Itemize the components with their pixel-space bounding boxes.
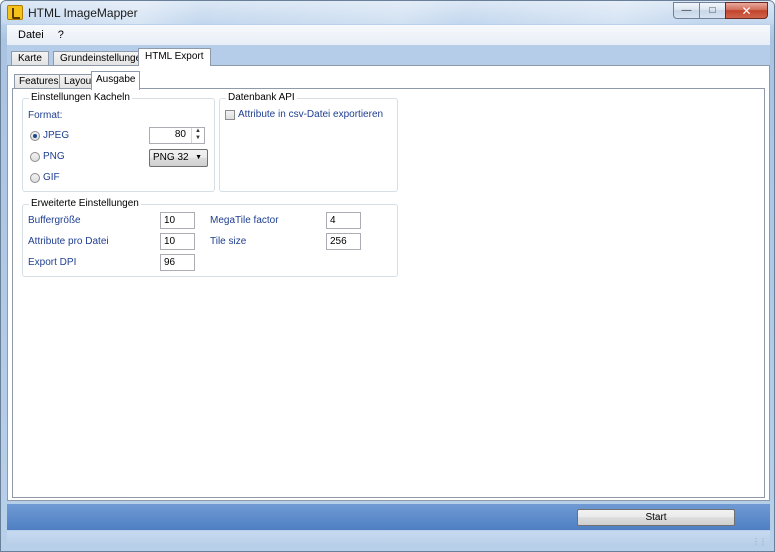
png-radio[interactable]	[30, 152, 40, 162]
advanced-settings-group: Erweiterte Einstellungen Buffergröße 10 …	[22, 198, 398, 277]
tab-karte[interactable]: Karte	[11, 51, 49, 66]
jpeg-quality-value: 80	[174, 129, 186, 140]
tile-size-label: Tile size	[210, 236, 247, 247]
buffer-size-label: Buffergröße	[28, 215, 81, 226]
tiles-settings-legend: Einstellungen Kacheln	[29, 92, 132, 103]
jpeg-quality-stepper[interactable]: 80 ▲ ▼	[149, 127, 205, 144]
main-tab-strip: Karte Grundeinstellungen HTML Export	[7, 45, 770, 66]
jpeg-radio[interactable]	[30, 131, 40, 141]
status-bar: ⋮⋮	[7, 531, 770, 547]
jpeg-label[interactable]: JPEG	[43, 130, 69, 141]
tab-ausgabe[interactable]: Ausgabe	[91, 71, 141, 90]
gif-radio[interactable]	[30, 173, 40, 183]
csv-export-checkbox[interactable]	[225, 110, 235, 120]
hand-pointer-icon	[7, 5, 23, 20]
html-export-panel: Features Layout Ausgabe Einstellungen Ka…	[7, 65, 770, 501]
stepper-arrows-icon[interactable]: ▲ ▼	[191, 128, 204, 143]
menu-help[interactable]: ?	[51, 29, 71, 41]
window-title: HTML ImageMapper	[28, 6, 138, 20]
gif-label[interactable]: GIF	[43, 172, 60, 183]
title-bar[interactable]: HTML ImageMapper — □ ✕	[1, 1, 774, 24]
sub-tab-strip: Features Layout Ausgabe	[12, 70, 762, 90]
maximize-icon[interactable]: □	[699, 2, 725, 19]
tiles-settings-group: Einstellungen Kacheln Format: JPEG 80 ▲ ▼…	[22, 92, 215, 192]
attributes-per-file-label: Attribute pro Datei	[28, 236, 109, 247]
chevron-down-icon: ▼	[195, 154, 202, 161]
megatile-factor-field[interactable]: 4	[326, 212, 361, 229]
tile-size-field[interactable]: 256	[326, 233, 361, 250]
menu-datei[interactable]: Datei	[11, 29, 51, 41]
png-label[interactable]: PNG	[43, 151, 65, 162]
close-icon[interactable]: ✕	[725, 2, 768, 19]
png-type-select[interactable]: PNG 32 ▼	[149, 149, 208, 167]
export-dpi-field[interactable]: 96	[160, 254, 195, 271]
tab-html-export[interactable]: HTML Export	[138, 48, 211, 66]
resize-grip-icon[interactable]: ⋮⋮	[752, 537, 767, 546]
database-api-group: Datenbank API Attribute in csv-Datei exp…	[219, 92, 398, 192]
export-dpi-label: Export DPI	[28, 257, 77, 268]
advanced-settings-legend: Erweiterte Einstellungen	[29, 198, 141, 209]
app-window: HTML ImageMapper — □ ✕ Datei ? Karte Gru…	[0, 0, 775, 552]
attributes-per-file-field[interactable]: 10	[160, 233, 195, 250]
buffer-size-field[interactable]: 10	[160, 212, 195, 229]
png-type-value: PNG 32	[153, 152, 189, 163]
menu-bar: Datei ?	[7, 25, 770, 45]
minimize-icon[interactable]: —	[673, 2, 699, 19]
ausgabe-panel: Einstellungen Kacheln Format: JPEG 80 ▲ ▼…	[12, 88, 765, 498]
start-button[interactable]: Start	[577, 509, 735, 526]
window-controls: — □ ✕	[673, 2, 768, 20]
database-api-legend: Datenbank API	[226, 92, 297, 103]
megatile-factor-label: MegaTile factor	[210, 215, 279, 226]
csv-export-label[interactable]: Attribute in csv-Datei exportieren	[238, 109, 383, 120]
format-label: Format:	[28, 110, 63, 121]
